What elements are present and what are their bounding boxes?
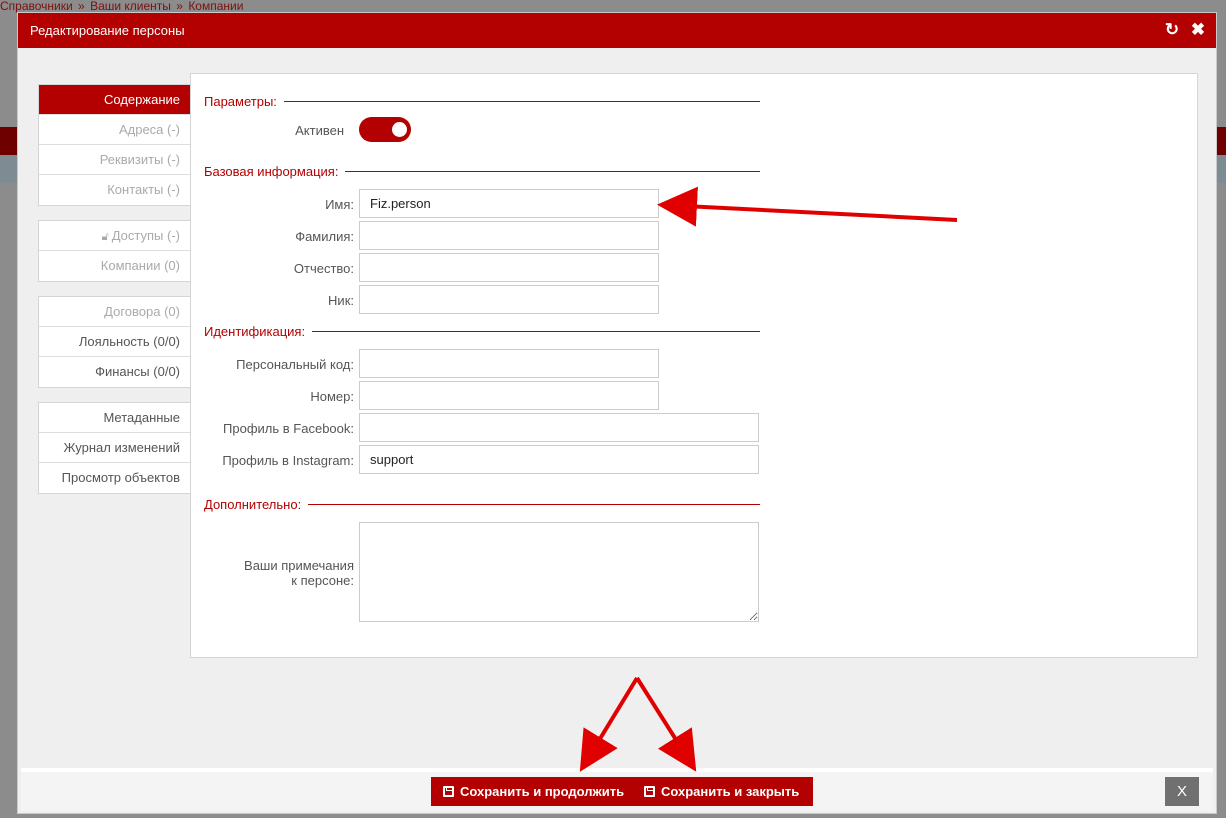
edit-person-dialog: Редактирование персоны ↻ ✖ Содержание Ад…	[17, 12, 1217, 814]
first-name-label: Имя:	[325, 197, 354, 212]
sidebar-item-requisites[interactable]: Реквизиты (-)	[39, 145, 190, 175]
instagram-label: Профиль в Instagram:	[222, 453, 354, 468]
sidebar-group: Содержание Адреса (-) Реквизиты (-) Конт…	[38, 84, 190, 206]
section-title: Базовая информация:	[204, 164, 339, 179]
section-divider	[308, 504, 760, 505]
form-panel: Параметры: Активен Базовая информация: И…	[190, 73, 1198, 658]
sidebar-item-contracts[interactable]: Договора (0)	[39, 297, 190, 327]
sidebar-item-content[interactable]: Содержание	[39, 85, 190, 115]
sidebar-group: Метаданные Журнал изменений Просмотр объ…	[38, 402, 190, 494]
active-label: Активен	[295, 123, 344, 138]
section-extra: Дополнительно:	[204, 497, 760, 512]
sidebar-nav: Содержание Адреса (-) Реквизиты (-) Конт…	[38, 84, 190, 508]
notes-textarea[interactable]	[359, 522, 759, 622]
section-divider	[312, 331, 760, 332]
sidebar-item-label: Доступы (-)	[111, 228, 180, 243]
dialog-footer: Сохранить и продолжить Сохранить и закры…	[21, 768, 1213, 811]
section-title: Идентификация:	[204, 324, 306, 339]
facebook-input[interactable]	[359, 413, 759, 442]
section-title: Дополнительно:	[204, 497, 302, 512]
section-divider	[345, 171, 760, 172]
sidebar-item-addresses[interactable]: Адреса (-)	[39, 115, 190, 145]
active-toggle[interactable]	[359, 117, 411, 142]
sidebar-item-finances[interactable]: Финансы (0/0)	[39, 357, 190, 387]
sidebar-item-loyalty[interactable]: Лояльность (0/0)	[39, 327, 190, 357]
notes-label-line: к персоне:	[291, 573, 354, 588]
sidebar-item-companies[interactable]: Компании (0)	[39, 251, 190, 281]
toggle-knob	[392, 122, 407, 137]
personal-code-input[interactable]	[359, 349, 659, 378]
sidebar-item-access[interactable]: 🔓︎ Доступы (-)	[39, 221, 190, 251]
number-input[interactable]	[359, 381, 659, 410]
nick-label: Ник:	[328, 293, 354, 308]
refresh-icon[interactable]: ↻	[1164, 21, 1180, 39]
number-label: Номер:	[310, 389, 354, 404]
last-name-input[interactable]	[359, 221, 659, 250]
save-icon	[443, 786, 454, 797]
section-basic: Базовая информация:	[204, 164, 760, 179]
sidebar-item-contacts[interactable]: Контакты (-)	[39, 175, 190, 205]
section-identification: Идентификация:	[204, 324, 760, 339]
patronymic-label: Отчество:	[293, 261, 354, 276]
sidebar-item-changelog[interactable]: Журнал изменений	[39, 433, 190, 463]
close-button[interactable]: X	[1165, 777, 1199, 806]
patronymic-input[interactable]	[359, 253, 659, 282]
close-icon[interactable]: ✖	[1190, 21, 1206, 39]
first-name-input[interactable]	[359, 189, 659, 218]
save-icon	[644, 786, 655, 797]
save-close-button[interactable]: Сохранить и закрыть	[632, 777, 814, 806]
save-continue-button[interactable]: Сохранить и продолжить	[431, 777, 639, 806]
section-title: Параметры:	[204, 94, 277, 109]
nick-input[interactable]	[359, 285, 659, 314]
button-label: Сохранить и закрыть	[661, 784, 800, 799]
sidebar-item-object-views[interactable]: Просмотр объектов	[39, 463, 190, 493]
button-label: Сохранить и продолжить	[460, 784, 625, 799]
dialog-header: Редактирование персоны ↻ ✖	[18, 13, 1216, 48]
sidebar-item-metadata[interactable]: Метаданные	[39, 403, 190, 433]
instagram-input[interactable]	[359, 445, 759, 474]
lock-icon: 🔓︎	[101, 231, 109, 243]
notes-label: Ваши примечания к персоне:	[201, 558, 354, 588]
sidebar-group: Договора (0) Лояльность (0/0) Финансы (0…	[38, 296, 190, 388]
personal-code-label: Персональный код:	[236, 357, 354, 372]
dialog-title: Редактирование персоны	[30, 23, 185, 38]
breadcrumb: Справочники » Ваши клиенты » Компании	[0, 0, 245, 12]
sidebar-group: 🔓︎ Доступы (-) Компании (0)	[38, 220, 190, 282]
last-name-label: Фамилия:	[295, 229, 354, 244]
facebook-label: Профиль в Facebook:	[223, 421, 354, 436]
notes-label-line: Ваши примечания	[244, 558, 354, 573]
section-params: Параметры:	[204, 94, 760, 109]
section-divider	[283, 101, 760, 102]
